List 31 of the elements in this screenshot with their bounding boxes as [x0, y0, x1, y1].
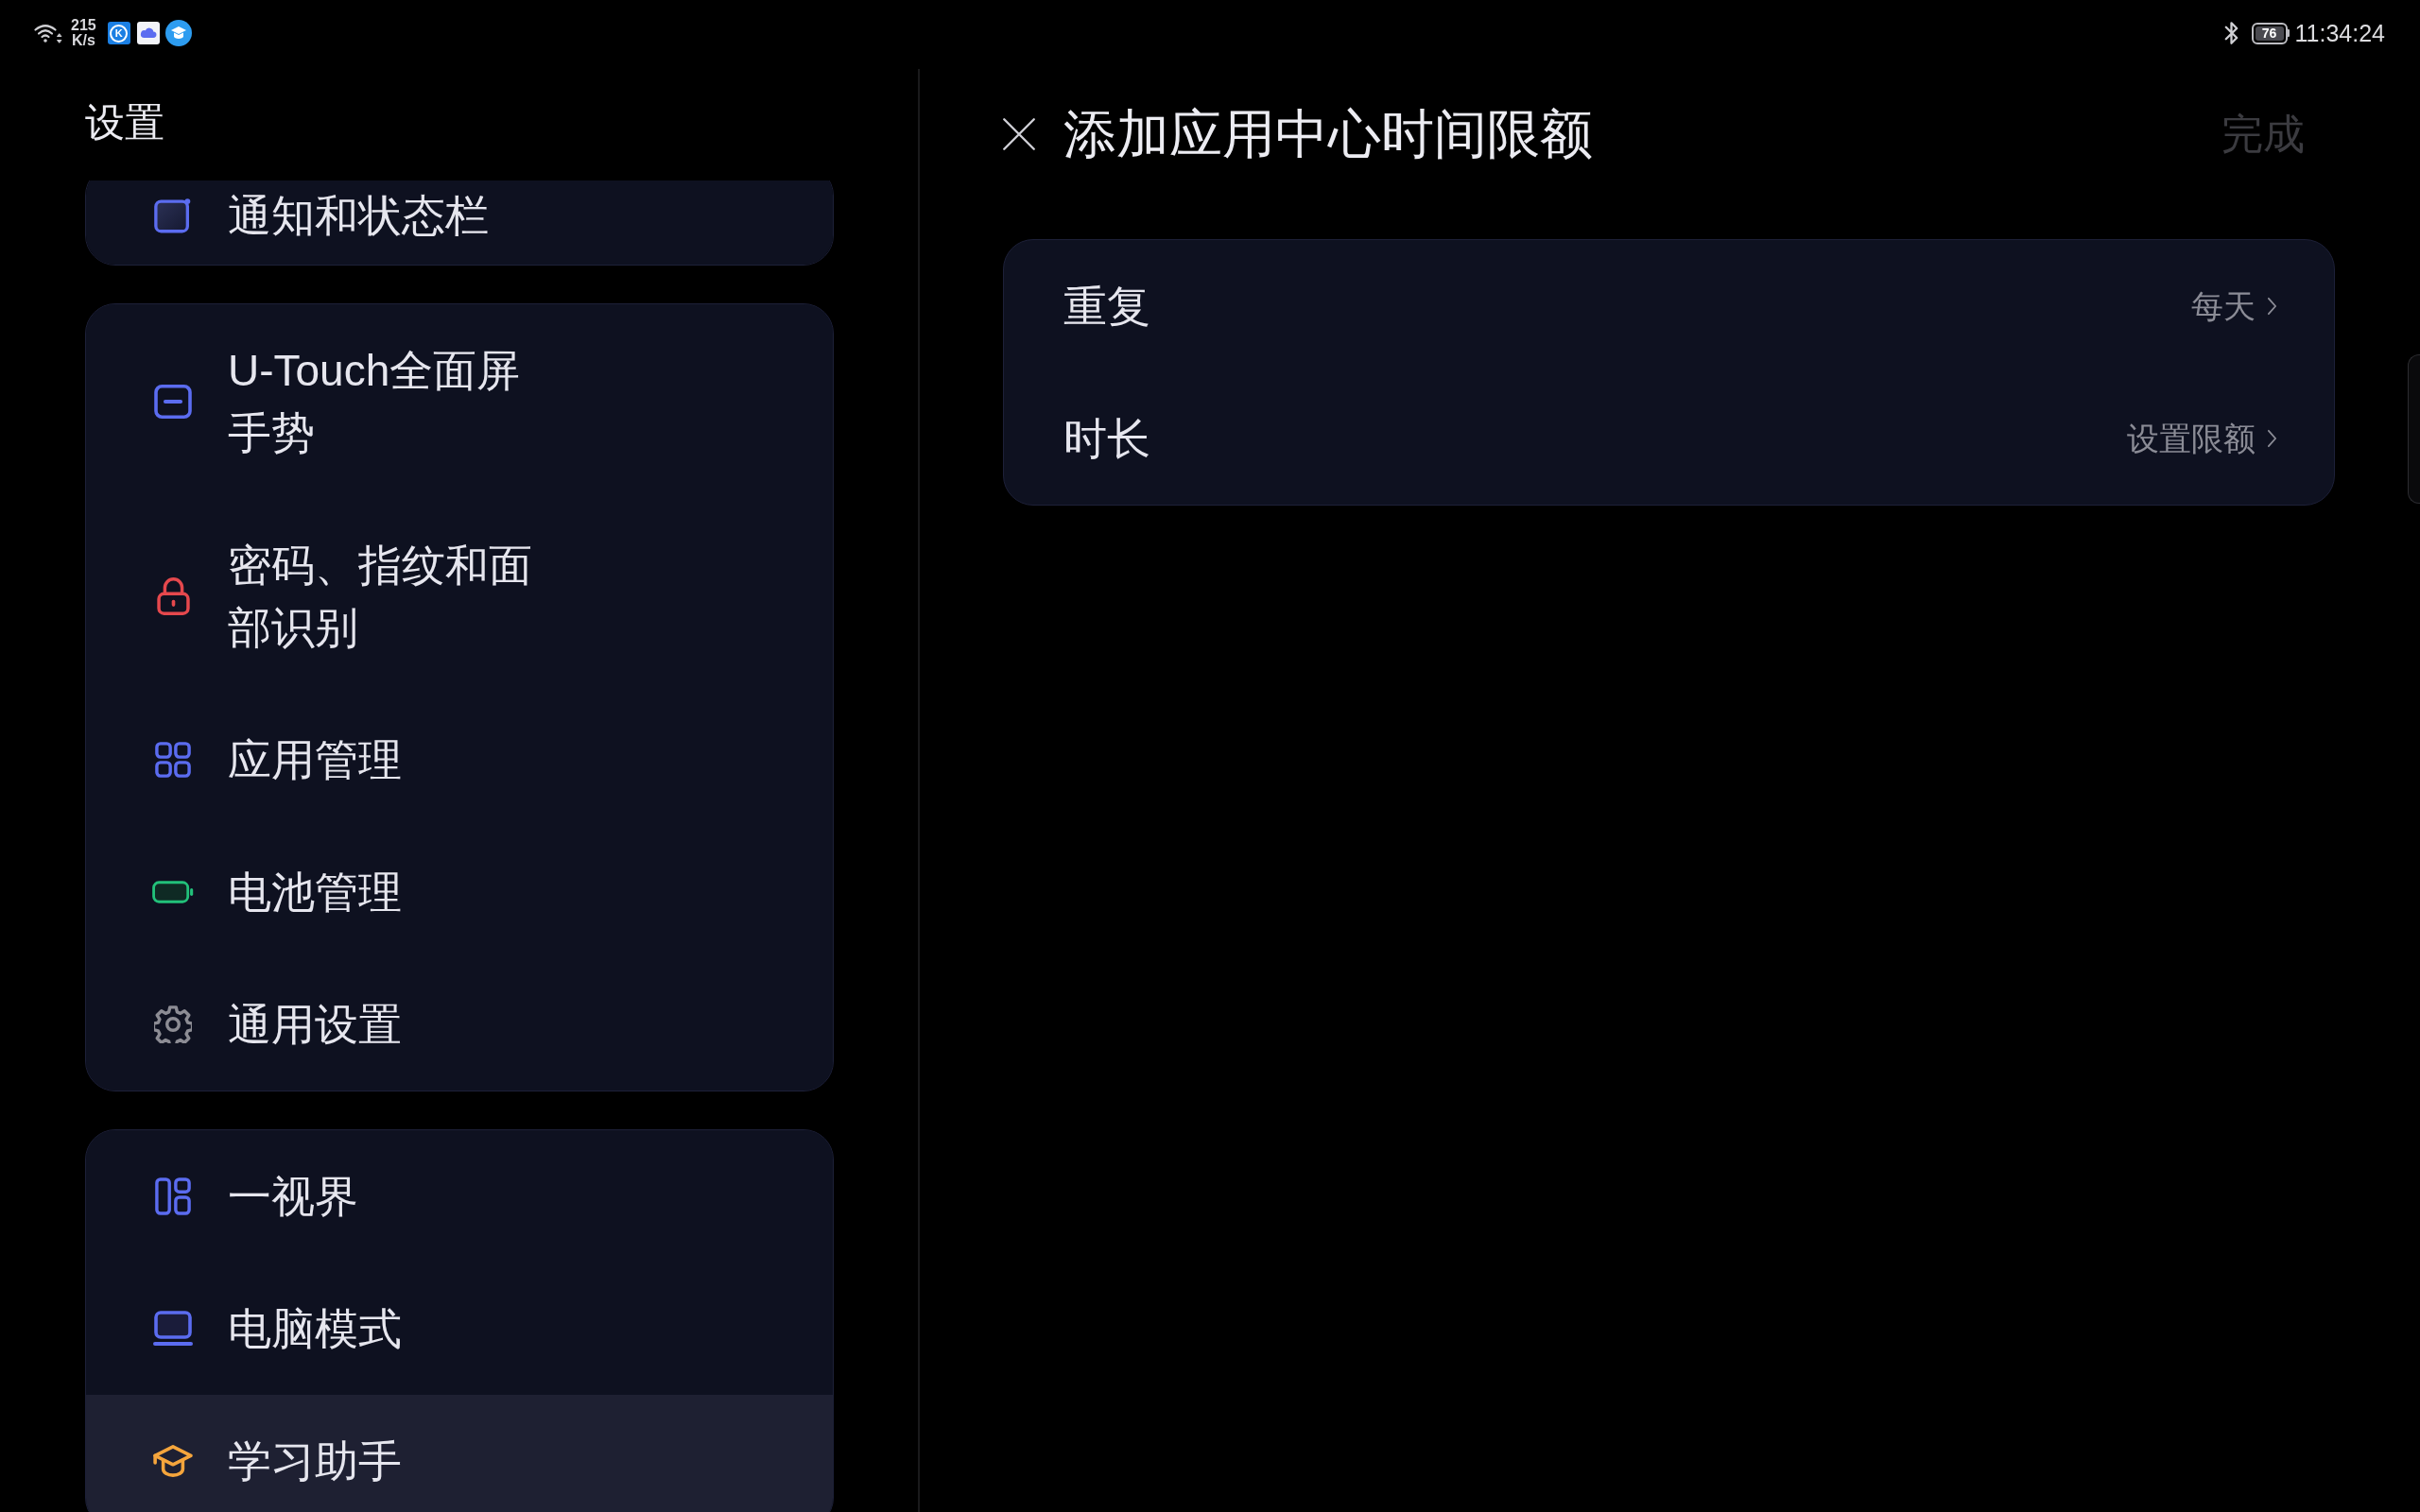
network-speed-unit: K/s	[71, 33, 95, 48]
clock-time: 11:34:24	[2294, 21, 2385, 45]
setting-row[interactable]: 时长 设置限额	[1004, 372, 2334, 505]
minus-square-icon	[154, 385, 192, 419]
chevron-right-icon	[2267, 297, 2277, 316]
laptop-icon	[153, 1311, 193, 1347]
close-button[interactable]	[1002, 117, 1036, 151]
graduation-cap-icon	[153, 1445, 193, 1477]
graduation-cap-icon	[164, 20, 192, 46]
battery-indicator: 76	[2251, 22, 2290, 44]
layout-icon	[155, 1177, 191, 1215]
network-speed-value: 215	[71, 18, 96, 33]
sidebar-title: 设置	[85, 102, 164, 143]
app-icon: K	[107, 22, 130, 44]
bluetooth-icon	[2223, 22, 2238, 44]
setting-value: 设置限额	[2127, 420, 2256, 458]
close-icon	[1002, 117, 1036, 151]
sidebar-item[interactable]: 通知和状态栏	[86, 180, 833, 265]
edge-handle[interactable]	[2408, 354, 2420, 504]
gear-icon	[154, 1005, 192, 1043]
sidebar-item[interactable]: 学习助手	[86, 1395, 833, 1512]
wifi-icon	[34, 23, 62, 43]
notification-icon	[154, 198, 192, 233]
lock-icon	[156, 577, 190, 615]
grid-icon	[155, 742, 191, 778]
cloud-icon	[136, 22, 160, 44]
chevron-right-icon	[2267, 429, 2277, 448]
detail-title: 添加应用中心时间限额	[1063, 103, 1593, 165]
setting-row[interactable]: 重复 每天	[1004, 240, 2334, 372]
setting-value: 每天	[2191, 287, 2256, 326]
battery-icon	[152, 881, 194, 903]
